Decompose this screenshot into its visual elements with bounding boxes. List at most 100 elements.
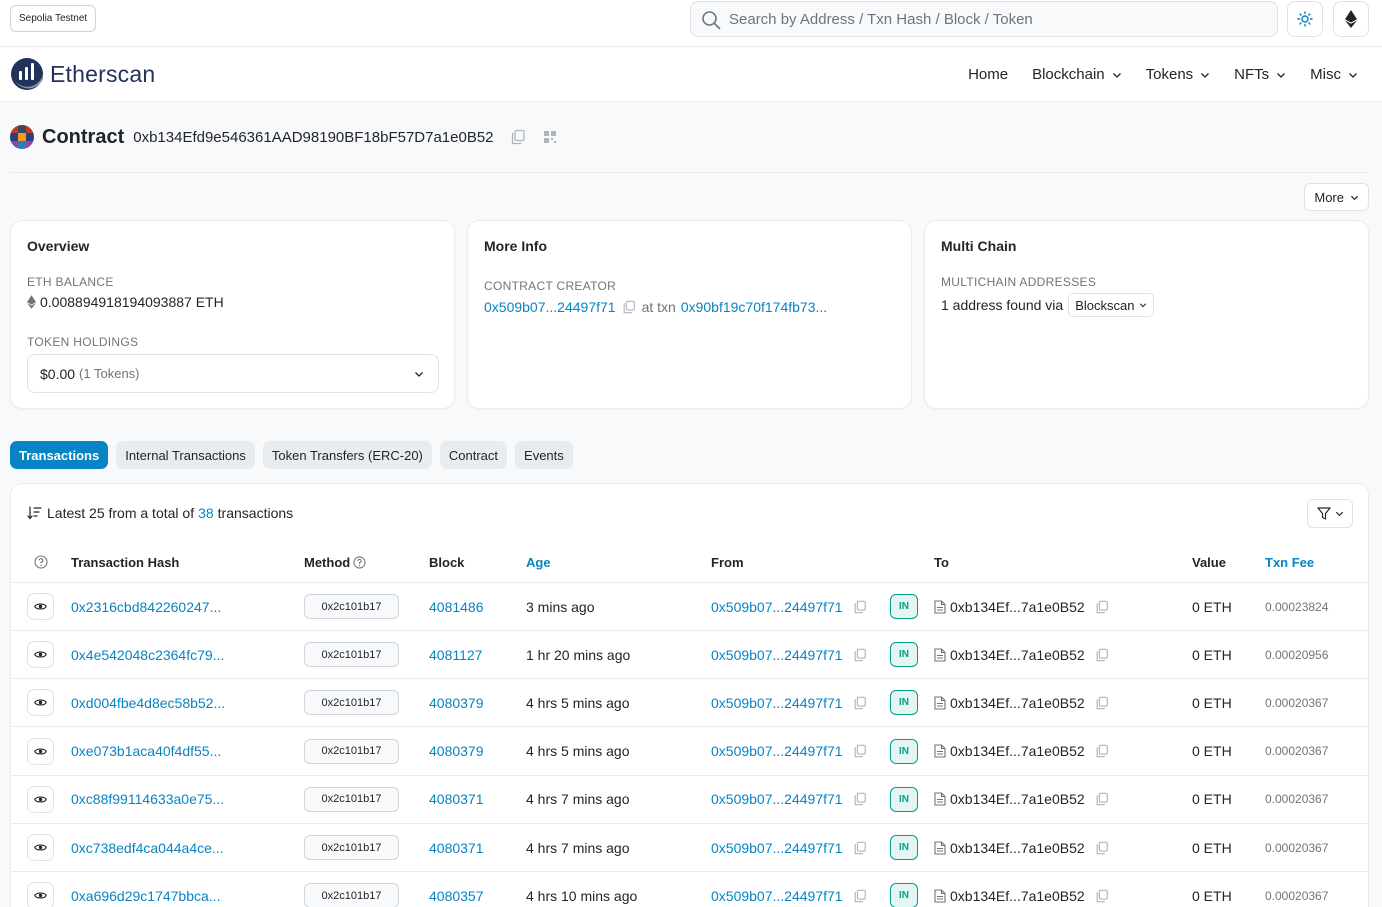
search-input[interactable] [729,3,1269,35]
copy-icon[interactable] [853,648,867,662]
blockscan-dropdown[interactable]: Blockscan [1068,293,1155,317]
table-row: 0xc738edf4ca044a4ce... 0x2c101b17 4080371 4… [11,824,1368,872]
copy-icon[interactable] [853,744,867,758]
nav-blockchain-label: Blockchain [1032,66,1105,83]
filter-icon [1316,507,1331,520]
from-address-link[interactable]: 0x509b07...24497f71 [711,791,843,807]
chevron-down-icon [1112,72,1121,78]
main-nav: Home Blockchain Tokens NFTs Misc [944,47,1358,102]
question-circle-icon[interactable] [353,556,366,569]
from-address-link[interactable]: 0x509b07...24497f71 [711,743,843,759]
chevron-down-icon [1350,195,1359,200]
more-label: More [1314,189,1344,205]
block-link[interactable]: 4081486 [429,599,484,615]
copy-icon[interactable] [1095,792,1109,806]
contract-file-icon [934,648,946,662]
contract-file-icon [934,744,946,758]
age-text: 3 mins ago [526,598,595,615]
copy-icon[interactable] [853,600,867,614]
txn-hash-link[interactable]: 0xa696d29c1747bbca... [71,888,220,904]
summary-count-link[interactable]: 38 [198,505,214,521]
txn-fee-text: 0.00020367 [1265,888,1329,903]
txn-hash-link[interactable]: 0xe073b1aca40f4df55... [71,743,221,759]
view-details-button[interactable] [27,834,54,861]
copy-icon[interactable] [1095,600,1109,614]
view-details-button[interactable] [27,785,54,813]
copy-icon[interactable] [622,300,636,314]
network-badge[interactable]: Sepolia Testnet [10,5,97,32]
block-link[interactable]: 4081127 [429,647,482,663]
nav-blockchain[interactable]: Blockchain [1032,66,1122,83]
tab-contract[interactable]: Contract [439,441,508,469]
tab-token-transfers[interactable]: Token Transfers (ERC-20) [262,441,432,469]
token-holdings-dropdown[interactable]: $0.00 (1 Tokens) [27,354,439,393]
from-address-link[interactable]: 0x509b07...24497f71 [711,840,843,856]
eth-balance-value-row: 0.008894918194093887 ETH [27,294,224,310]
block-link[interactable]: 4080357 [429,888,484,904]
txn-hash-link[interactable]: 0xc88f99114633a0e75... [71,791,224,807]
txn-hash-link[interactable]: 0xc738edf4ca044a4ce... [71,840,224,856]
copy-icon[interactable] [853,696,867,710]
from-address-link[interactable]: 0x509b07...24497f71 [711,888,843,904]
nav-tokens[interactable]: Tokens [1146,66,1211,83]
copy-icon[interactable] [853,792,867,806]
from-address-link[interactable]: 0x509b07...24497f71 [711,599,843,615]
block-link[interactable]: 4080371 [429,791,484,807]
filter-button[interactable] [1307,499,1353,528]
header-value: Value [1192,555,1226,570]
etherscan-logo[interactable]: Etherscan [10,57,155,91]
txn-hash-link[interactable]: 0xd004fbe4d8ec58b52... [71,695,225,711]
tab-events[interactable]: Events [515,441,573,469]
header-txn-fee[interactable]: Txn Fee [1265,555,1314,570]
nav-misc[interactable]: Misc [1310,66,1358,83]
nav-nfts[interactable]: NFTs [1234,66,1286,83]
block-link[interactable]: 4080379 [429,695,484,711]
view-details-button[interactable] [27,737,54,765]
qr-code-icon[interactable] [542,129,558,145]
multi-chain-card: Multi Chain MULTICHAIN ADDRESSES 1 addre… [924,220,1369,409]
eye-icon [34,796,47,803]
creator-txn-link[interactable]: 0x90bf19c70f174fb73... [681,299,827,315]
age-text: 4 hrs 10 mins ago [526,887,638,904]
help-icon-header[interactable] [34,555,48,569]
summary-prefix: Latest 25 from a total of [47,505,195,521]
copy-icon[interactable] [1095,889,1109,903]
table-row: 0xc88f99114633a0e75... 0x2c101b17 4080371 4… [11,776,1368,824]
copy-icon[interactable] [1095,744,1109,758]
copy-icon[interactable] [1095,648,1109,662]
txn-hash-link[interactable]: 0x2316cbd842260247... [71,599,221,615]
top-bar: Sepolia Testnet [0,0,1382,47]
view-details-button[interactable] [27,641,54,669]
multichain-found-text: 1 address found via [941,297,1064,313]
from-address-link[interactable]: 0x509b07...24497f71 [711,647,843,663]
value-text: 0 ETH [1192,791,1232,808]
txn-hash-link[interactable]: 0x4e542048c2364fc79... [71,647,224,663]
block-link[interactable]: 4080379 [429,743,484,759]
copy-icon[interactable] [1095,696,1109,710]
network-switch-button[interactable] [1333,1,1369,37]
tab-transactions[interactable]: Transactions [10,441,109,469]
from-address-link[interactable]: 0x509b07...24497f71 [711,695,843,711]
more-button[interactable]: More [1304,183,1369,211]
to-address: 0xb134Ef...7a1e0B52 [950,839,1085,856]
block-link[interactable]: 4080371 [429,840,484,856]
contract-creator-label: CONTRACT CREATOR [484,279,617,293]
header-age[interactable]: Age [526,555,551,570]
etherscan-logo-icon [11,58,43,90]
txn-fee-text: 0.00020367 [1265,744,1329,759]
contract-file-icon [934,889,946,903]
copy-icon[interactable] [853,889,867,903]
search-box[interactable] [690,1,1278,37]
txn-fee-text: 0.00020956 [1265,647,1329,662]
creator-address-link[interactable]: 0x509b07...24497f71 [484,299,616,315]
view-details-button[interactable] [27,882,54,907]
theme-toggle-button[interactable] [1287,1,1323,37]
tab-internal-transactions[interactable]: Internal Transactions [116,441,255,469]
view-details-button[interactable] [27,593,54,620]
method-badge: 0x2c101b17 [304,642,399,668]
nav-home[interactable]: Home [968,66,1008,83]
copy-icon[interactable] [853,841,867,855]
view-details-button[interactable] [27,689,54,717]
copy-icon[interactable] [510,129,526,145]
copy-icon[interactable] [1095,841,1109,855]
